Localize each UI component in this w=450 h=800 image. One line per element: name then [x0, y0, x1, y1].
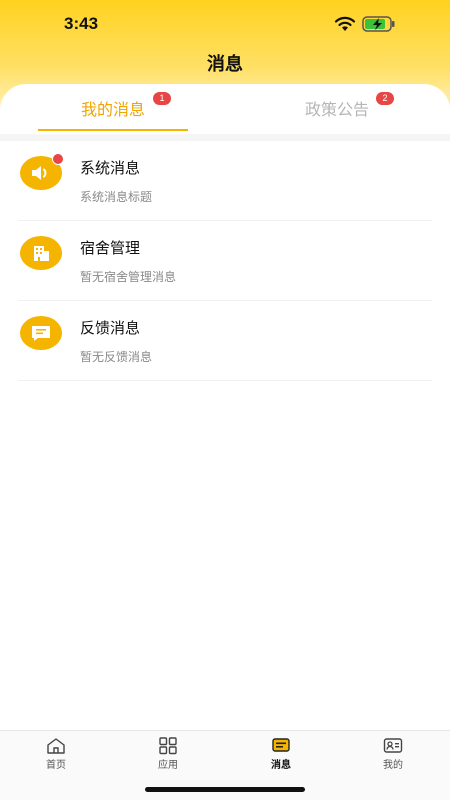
message-item-system[interactable]: 系统消息 系统消息标题: [18, 141, 432, 221]
message-subtitle: 暂无反馈消息: [80, 350, 153, 364]
home-icon: [47, 738, 65, 754]
nav-apps[interactable]: 应用: [138, 737, 198, 771]
message-item-dormitory[interactable]: 宿舍管理 暂无宿舍管理消息: [18, 221, 432, 301]
tab-badge-count: 1: [153, 92, 171, 105]
nav-label: 首页: [46, 760, 66, 771]
status-time: 3:43: [64, 14, 99, 33]
building-icon: [20, 236, 62, 270]
profile-card-icon: [383, 738, 403, 753]
tab-label: 政策公告: [304, 100, 369, 119]
divider: [0, 134, 450, 141]
message-title: 反馈消息: [80, 319, 141, 337]
nav-messages[interactable]: 消息: [251, 737, 311, 771]
message-icon: [272, 738, 290, 752]
message-title: 系统消息: [80, 159, 141, 177]
nav-label: 消息: [271, 760, 291, 771]
message-title: 宿舍管理: [80, 239, 141, 257]
grid-icon: [159, 737, 177, 755]
message-list: 系统消息 系统消息标题 宿舍管理 暂无宿舍管理消息 反馈消息 暂无反馈消息: [0, 141, 450, 381]
tab-label: 我的消息: [80, 100, 145, 119]
page-title: 消息: [207, 54, 243, 75]
status-bar: 3:43: [0, 0, 450, 48]
chat-icon: [20, 316, 62, 350]
message-item-feedback[interactable]: 反馈消息 暂无反馈消息: [18, 301, 432, 381]
message-subtitle: 暂无宿舍管理消息: [80, 270, 177, 284]
nav-label: 我的: [383, 760, 403, 771]
active-tab-indicator: [38, 129, 188, 131]
tab-badge-count: 2: [376, 92, 394, 105]
nav-label: 应用: [158, 760, 178, 771]
unread-dot: [52, 153, 64, 165]
message-subtitle: 系统消息标题: [80, 190, 153, 204]
tab-bar: 我的消息 1 政策公告 2: [0, 84, 450, 134]
battery-charging-icon: [362, 16, 395, 32]
nav-home[interactable]: 首页: [26, 737, 86, 771]
wifi-icon: [334, 16, 356, 31]
content-card: 我的消息 1 政策公告 2 系统消息 系统消息标题 宿舍管理 暂无宿舍管理消息 …: [0, 84, 450, 744]
home-indicator: [145, 787, 305, 792]
nav-mine[interactable]: 我的: [363, 737, 423, 771]
